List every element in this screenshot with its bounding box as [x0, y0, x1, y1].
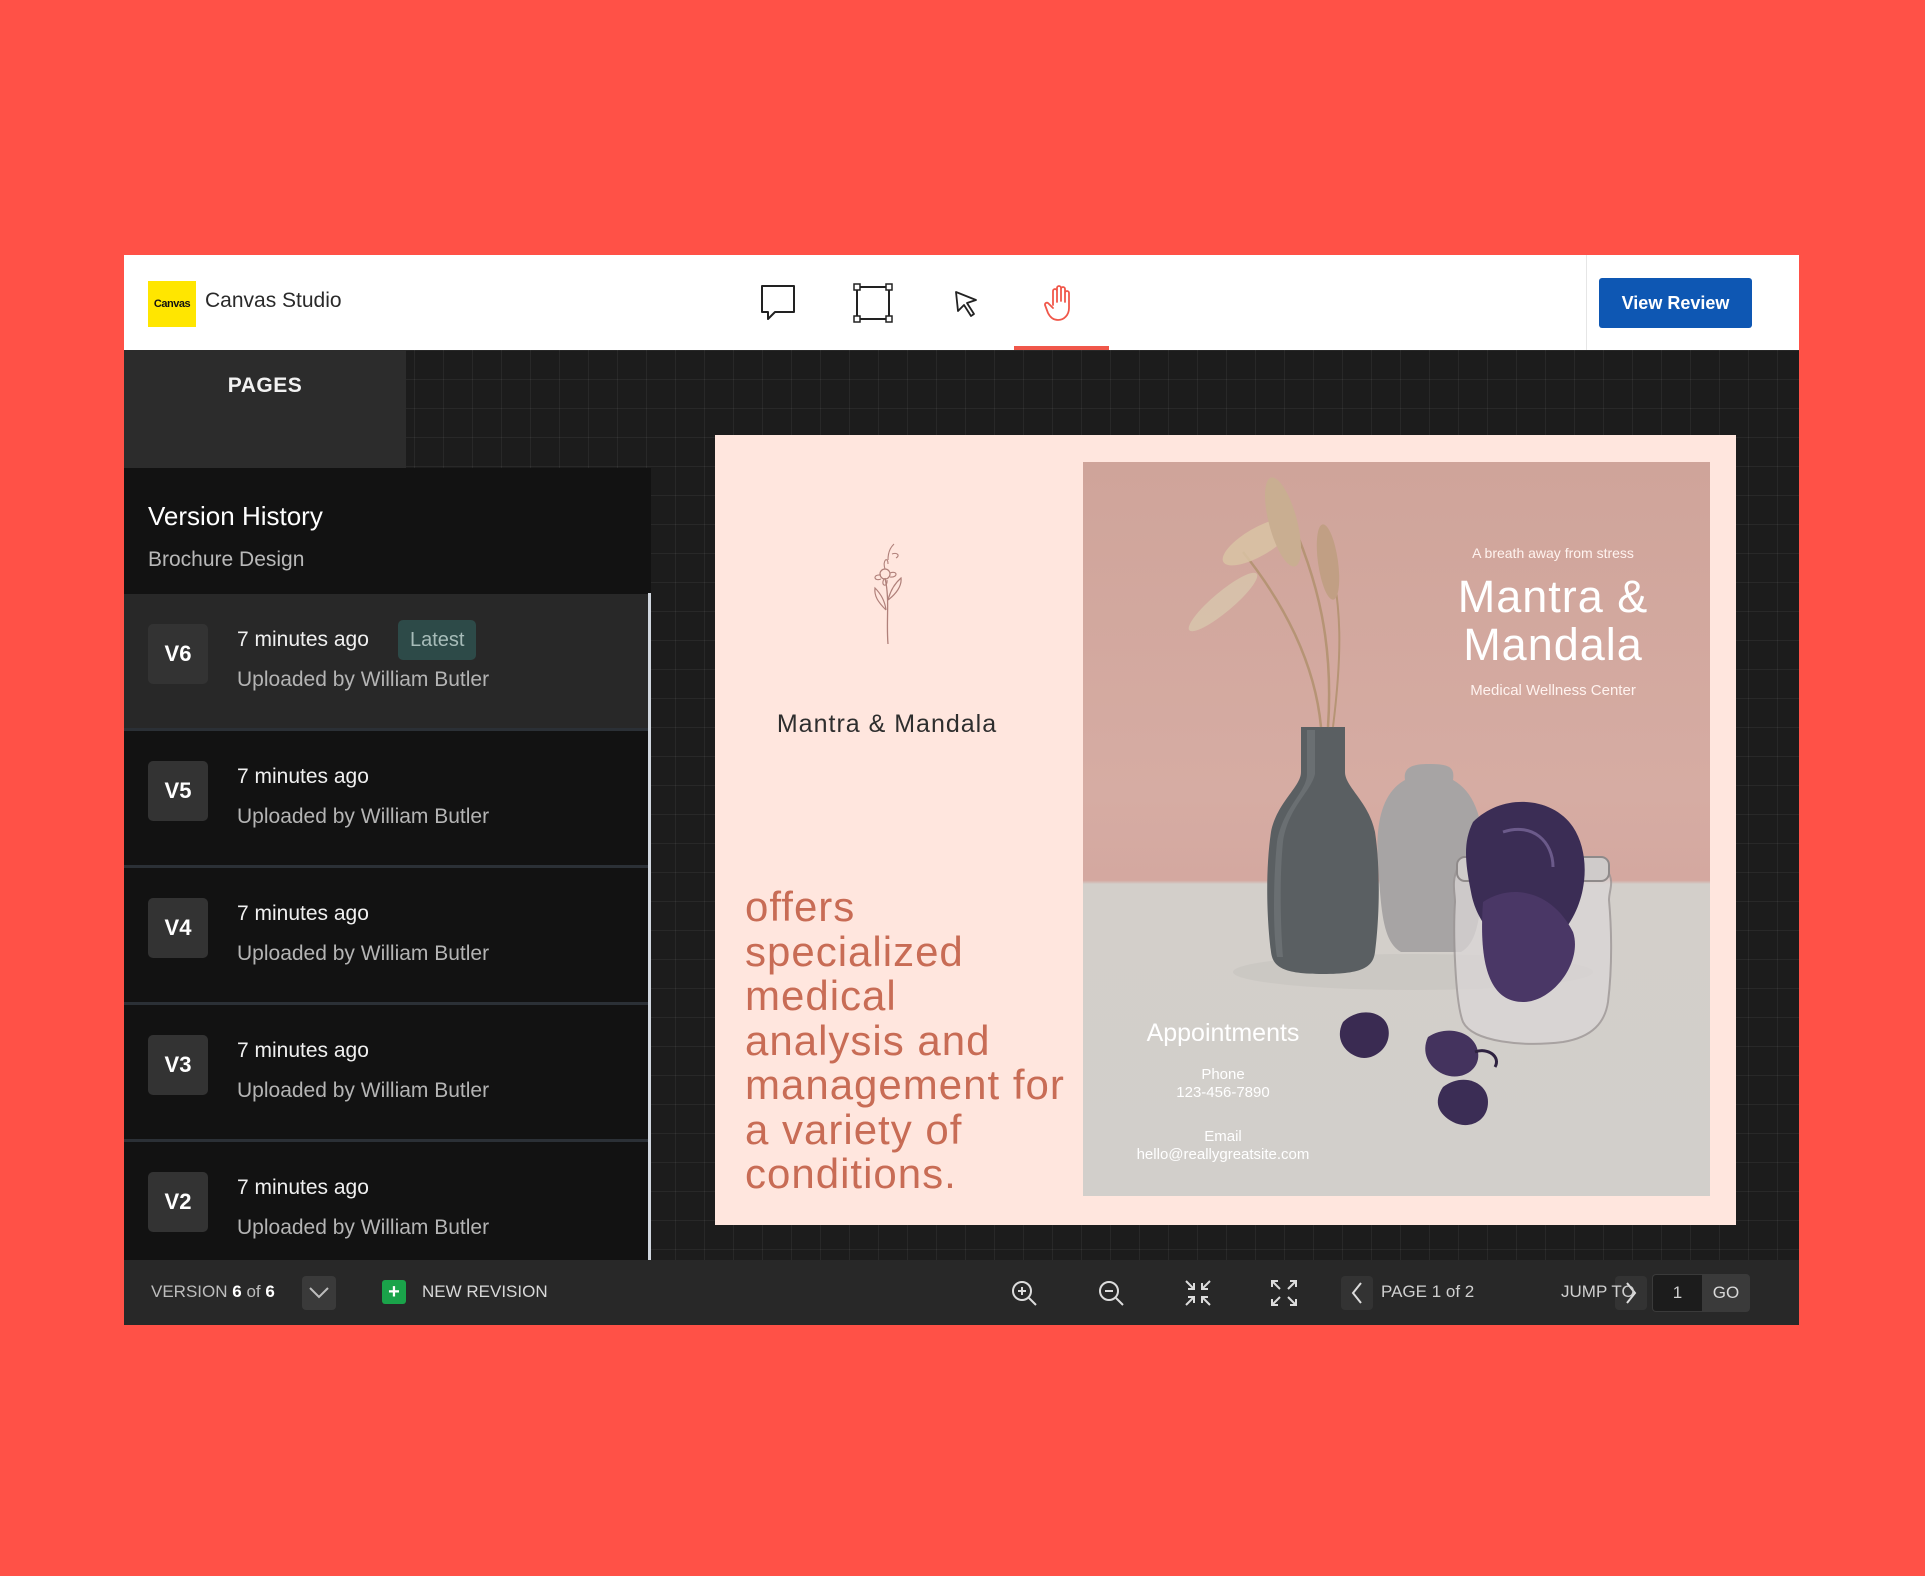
pages-tab[interactable]: PAGES [124, 350, 406, 468]
plus-icon[interactable]: + [382, 1280, 406, 1304]
app-logo: Canvas [148, 281, 196, 327]
pages-label: PAGES [227, 374, 303, 397]
app-window: Canvas Canvas Studio View Review PAGES V… [124, 255, 1799, 1325]
version-of: of [246, 1282, 261, 1301]
version-current: 6 [232, 1282, 242, 1301]
hand-icon [1044, 285, 1070, 321]
collapse-icon [1185, 1280, 1211, 1306]
version-history-title: Version History [148, 501, 323, 531]
page-indicator: PAGE 1 of 2 [1381, 1282, 1475, 1301]
photo-brand: Mantra & Mandala [1457, 571, 1649, 670]
version-history-subtitle: Brochure Design [148, 548, 305, 571]
fullscreen-button[interactable] [1265, 1274, 1303, 1312]
version-item-v5[interactable]: V5 7 minutes ago Uploaded by William But… [124, 731, 648, 868]
app-title: Canvas Studio [205, 289, 342, 312]
zoom-in-button[interactable] [1005, 1274, 1043, 1312]
version-uploader: Uploaded by William Butler [237, 668, 490, 691]
version-badge: V5 [148, 761, 208, 821]
hand-tool[interactable] [1039, 281, 1083, 325]
version-badge: V2 [148, 1172, 208, 1232]
phone-label: Phone [1201, 1066, 1245, 1083]
version-time: 7 minutes ago [237, 902, 369, 925]
email-address: hello@reallygreatsite.com [1136, 1146, 1310, 1163]
frame-icon [853, 283, 893, 323]
jump-to-label: JUMP TO [1561, 1282, 1635, 1301]
version-item-v3[interactable]: V3 7 minutes ago Uploaded by William But… [124, 1005, 648, 1142]
version-time: 7 minutes ago [237, 628, 369, 651]
prev-page-button[interactable] [1341, 1276, 1373, 1310]
version-uploader: Uploaded by William Butler [237, 1079, 490, 1102]
version-uploader: Uploaded by William Butler [237, 1216, 490, 1239]
top-bar: Canvas Canvas Studio View Review [124, 255, 1799, 350]
pointer-icon [955, 291, 977, 317]
comment-tool[interactable] [756, 281, 800, 325]
version-item-v4[interactable]: V4 7 minutes ago Uploaded by William But… [124, 868, 648, 1005]
zoom-out-icon [1099, 1281, 1124, 1306]
flower-illustration [874, 543, 902, 645]
version-history-panel: Version History Brochure Design V6 7 min… [124, 468, 651, 1260]
version-item-v6[interactable]: V6 7 minutes ago Latest Uploaded by Will… [124, 594, 648, 731]
brochure-brand-left: Mantra & Mandala [776, 710, 998, 738]
comment-icon [761, 285, 795, 320]
version-time: 7 minutes ago [237, 765, 369, 788]
zoom-out-button[interactable] [1092, 1274, 1130, 1312]
version-uploader: Uploaded by William Butler [237, 805, 490, 828]
email-label: Email [1204, 1128, 1242, 1145]
brochure-tagline: offers specialized medical analysis and … [745, 883, 1065, 1197]
version-badge: V4 [148, 898, 208, 958]
photo-kicker: A breath away from stress [1472, 545, 1634, 561]
frame-tool[interactable] [851, 281, 895, 325]
expand-icon [1271, 1280, 1297, 1306]
latest-badge: Latest [398, 620, 477, 660]
brochure-photo: A breath away from stress Mantra & Manda… [1083, 462, 1710, 1196]
version-list: V6 7 minutes ago Latest Uploaded by Will… [124, 594, 648, 1260]
phone-number: 123-456-7890 [1176, 1084, 1270, 1101]
version-list-scrollbar[interactable] [648, 593, 651, 1260]
version-indicator: VERSION 6 of 6 [151, 1282, 275, 1302]
chevron-down-icon [309, 1287, 329, 1299]
version-total: 6 [265, 1282, 275, 1301]
view-review-button[interactable]: View Review [1599, 278, 1752, 328]
new-revision-button[interactable]: NEW REVISION [422, 1282, 548, 1302]
version-badge: V6 [148, 624, 208, 684]
photo-subtitle: Medical Wellness Center [1470, 682, 1636, 699]
version-dropdown-button[interactable] [302, 1276, 336, 1310]
chevron-left-icon [1351, 1282, 1362, 1304]
pointer-tool[interactable] [944, 281, 988, 325]
appointments-heading: Appointments [1146, 1019, 1300, 1047]
go-button[interactable]: GO [1702, 1274, 1750, 1312]
version-badge: V3 [148, 1035, 208, 1095]
version-item-v2[interactable]: V2 7 minutes ago Uploaded by William But… [124, 1142, 648, 1260]
jump-to-input[interactable] [1652, 1274, 1702, 1312]
topbar-divider [1586, 255, 1587, 350]
logo-text: Canvas [153, 298, 191, 310]
version-time: 7 minutes ago [237, 1176, 369, 1199]
bottom-bar: VERSION 6 of 6 + NEW REVISION PAGE 1 of … [124, 1260, 1799, 1325]
fit-screen-button[interactable] [1179, 1274, 1217, 1312]
version-uploader: Uploaded by William Butler [237, 942, 490, 965]
brochure-page[interactable]: Mantra & Mandala offers specialized medi… [715, 435, 1736, 1225]
version-prefix: VERSION [151, 1282, 228, 1301]
version-time: 7 minutes ago [237, 1039, 369, 1062]
zoom-in-icon [1012, 1281, 1037, 1306]
